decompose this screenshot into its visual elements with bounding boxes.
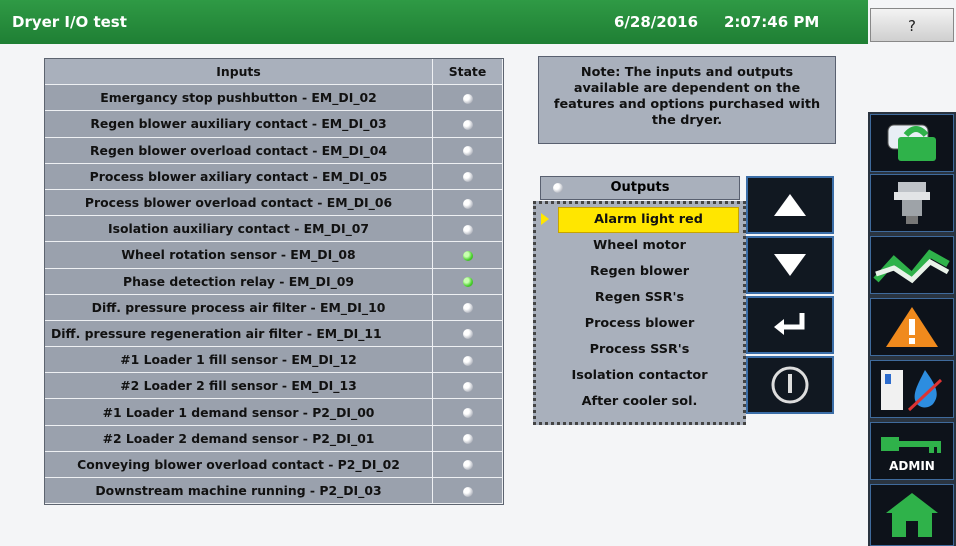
key-icon xyxy=(881,437,941,453)
date-display: 6/28/2016 xyxy=(614,13,699,31)
table-row: #1 Loader 1 demand sensor - P2_DI_00 xyxy=(45,399,503,426)
table-row: Downstream machine running - P2_DI_03 xyxy=(45,478,503,505)
state-indicator-icon xyxy=(462,329,473,340)
input-name: #2 Loader 2 fill sensor - EM_DI_13 xyxy=(45,373,433,400)
input-name: Downstream machine running - P2_DI_03 xyxy=(45,478,433,505)
title-bar: Dryer I/O test 6/28/2016 2:07:46 PM xyxy=(0,0,868,44)
output-state-indicator-icon xyxy=(553,183,563,193)
state-indicator-icon xyxy=(462,408,473,419)
input-name: Regen blower auxiliary contact - EM_DI_0… xyxy=(45,111,433,138)
power-toggle-button[interactable] xyxy=(746,356,834,414)
input-name: Emergancy stop pushbutton - EM_DI_02 xyxy=(45,85,433,112)
dryer-icon xyxy=(894,182,930,224)
admin-label: ADMIN xyxy=(889,459,935,473)
power-icon xyxy=(771,366,809,404)
input-name: Conveying blower overload contact - P2_D… xyxy=(45,451,433,478)
trend-chart-icon xyxy=(873,249,950,284)
state-indicator-icon xyxy=(462,381,473,392)
state-indicator-icon xyxy=(462,146,473,157)
state-indicator-icon xyxy=(462,460,473,471)
warning-icon xyxy=(886,307,938,347)
input-name: Diff. pressure regeneration air filter -… xyxy=(45,320,433,348)
state-indicator-icon xyxy=(462,303,473,314)
table-row: Diff. pressure process air filter - EM_D… xyxy=(45,294,503,321)
table-row: #2 Loader 2 fill sensor - EM_DI_13 xyxy=(45,373,503,400)
table-row: Emergancy stop pushbutton - EM_DI_02 xyxy=(45,85,503,112)
state-indicator-icon xyxy=(462,93,473,104)
state-indicator-icon xyxy=(462,434,473,445)
arrow-down-icon xyxy=(774,254,806,276)
input-name: #2 Loader 2 demand sensor - P2_DI_01 xyxy=(45,425,433,452)
table-row: Isolation auxiliary contact - EM_DI_07 xyxy=(45,216,503,243)
input-name: #1 Loader 1 demand sensor - P2_DI_00 xyxy=(45,399,433,426)
table-row: Wheel rotation sensor - EM_DI_08 xyxy=(45,242,503,269)
list-item[interactable]: Wheel motor xyxy=(536,233,743,259)
input-name: Regen blower overload contact - EM_DI_04 xyxy=(45,137,433,164)
outputs-header: Outputs xyxy=(540,176,740,200)
time-display: 2:07:46 PM xyxy=(724,13,820,31)
home-button[interactable] xyxy=(870,484,954,546)
dewpoint-button[interactable] xyxy=(870,360,954,418)
table-row: Conveying blower overload contact - P2_D… xyxy=(45,451,503,478)
inputs-column-header: Inputs xyxy=(45,59,433,86)
input-name: Wheel rotation sensor - EM_DI_08 xyxy=(45,242,433,269)
enter-icon xyxy=(774,313,805,335)
state-indicator-icon xyxy=(462,277,473,288)
scroll-down-button[interactable] xyxy=(746,236,834,294)
table-row: #1 Loader 1 fill sensor - EM_DI_12 xyxy=(45,347,503,374)
table-row: Process blower overload contact - EM_DI_… xyxy=(45,189,503,217)
input-name: Process blower axiliary contact - EM_DI_… xyxy=(45,163,433,190)
table-row: Diff. pressure regeneration air filter -… xyxy=(45,320,503,348)
input-name: Phase detection relay - EM_DI_09 xyxy=(45,268,433,295)
note-panel: Note: The inputs and outputs available a… xyxy=(538,56,836,144)
input-name: Diff. pressure process air filter - EM_D… xyxy=(45,294,433,321)
home-icon xyxy=(886,493,938,537)
back-button[interactable] xyxy=(870,114,954,172)
input-name: Isolation auxiliary contact - EM_DI_07 xyxy=(45,216,433,243)
dewpoint-drop-icon xyxy=(881,370,943,412)
dryer-button[interactable] xyxy=(870,174,954,232)
table-row: #2 Loader 2 demand sensor - P2_DI_01 xyxy=(45,425,503,452)
list-item[interactable]: Process SSR's xyxy=(536,337,743,363)
enter-button[interactable] xyxy=(746,296,834,354)
return-arrow-icon xyxy=(887,124,936,161)
page-title: Dryer I/O test xyxy=(12,13,127,31)
state-indicator-icon xyxy=(462,172,473,183)
screen: Dryer I/O test 6/28/2016 2:07:46 PM ? In… xyxy=(0,0,956,546)
list-item[interactable]: Regen SSR's xyxy=(536,285,743,311)
list-item[interactable]: After cooler sol. xyxy=(536,389,743,415)
table-row: Regen blower overload contact - EM_DI_04 xyxy=(45,137,503,164)
state-indicator-icon xyxy=(462,250,473,261)
list-item-selected[interactable]: Alarm light red xyxy=(541,207,739,233)
list-item[interactable]: Isolation contactor xyxy=(536,363,743,389)
outputs-list[interactable]: Alarm light red Wheel motor Regen blower… xyxy=(533,201,746,425)
alarms-button[interactable] xyxy=(870,298,954,356)
state-indicator-icon xyxy=(462,355,473,366)
state-column-header: State xyxy=(433,59,503,86)
list-item[interactable]: Process blower xyxy=(536,311,743,337)
table-row: Process blower axiliary contact - EM_DI_… xyxy=(45,163,503,190)
admin-button[interactable]: ADMIN xyxy=(870,422,954,480)
inputs-table: Inputs State Emergancy stop pushbutton -… xyxy=(44,58,504,506)
input-name: Process blower overload contact - EM_DI_… xyxy=(45,189,433,217)
state-indicator-icon xyxy=(462,198,473,209)
list-item[interactable]: Regen blower xyxy=(536,259,743,285)
outputs-header-label: Outputs xyxy=(610,180,670,195)
state-indicator-icon xyxy=(462,224,473,235)
table-row: Phase detection relay - EM_DI_09 xyxy=(45,268,503,295)
trends-button[interactable] xyxy=(870,236,954,294)
state-indicator-icon xyxy=(462,119,473,130)
scroll-up-button[interactable] xyxy=(746,176,834,234)
arrow-up-icon xyxy=(774,194,806,216)
selection-pointer-icon xyxy=(541,213,549,225)
table-row: Regen blower auxiliary contact - EM_DI_0… xyxy=(45,111,503,138)
state-indicator-icon xyxy=(462,486,473,497)
input-name: #1 Loader 1 fill sensor - EM_DI_12 xyxy=(45,347,433,374)
help-button[interactable]: ? xyxy=(870,8,954,42)
